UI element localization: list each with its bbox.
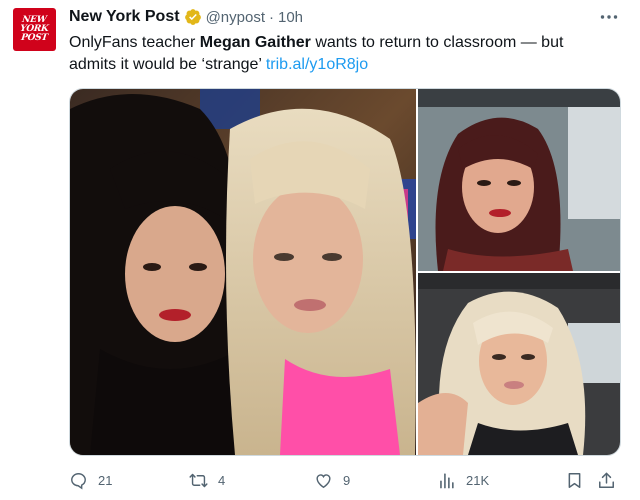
media-grid (69, 88, 621, 456)
views-icon (440, 472, 454, 488)
account-name[interactable]: New York Post (69, 8, 180, 26)
separator-dot: · (268, 8, 274, 26)
like-button[interactable]: 9 (314, 467, 350, 493)
like-count: 9 (343, 472, 351, 488)
share-icon (599, 472, 614, 488)
share-button[interactable] (597, 467, 616, 493)
tweet-text-before: OnlyFans teacher (69, 34, 200, 51)
tweet-actions: 21 4 9 21K (69, 467, 621, 493)
verified-badge-icon[interactable] (184, 8, 202, 26)
heart-icon (316, 473, 331, 488)
more-button[interactable] (598, 8, 620, 26)
account-handle[interactable]: @nypost (206, 9, 265, 26)
retweet-icon (189, 473, 208, 487)
avatar[interactable]: NEW YORK POST (13, 8, 56, 51)
reply-count: 21 (98, 472, 113, 488)
reply-icon (71, 472, 86, 489)
avatar-line-3: POST (20, 33, 49, 43)
photo-selfie-blonde-car[interactable] (418, 273, 620, 455)
retweet-button[interactable]: 4 (189, 467, 225, 493)
views-count: 21K (466, 472, 490, 488)
reply-button[interactable]: 21 (69, 467, 112, 493)
photo-selfie-two-women[interactable] (70, 89, 416, 455)
more-icon (600, 15, 618, 19)
tweet-text: OnlyFans teacher Megan Gaither wants to … (69, 32, 609, 76)
tweet[interactable]: NEW YORK POST New York Post @nypost · 10… (0, 0, 640, 500)
tweet-text-bold: Megan Gaither (199, 34, 311, 51)
bookmark-button[interactable] (565, 467, 584, 493)
bookmark-icon (568, 472, 581, 488)
tweet-header: New York Post @nypost · 10h (69, 6, 303, 28)
tweet-time[interactable]: 10h (278, 9, 303, 26)
tweet-link[interactable]: trib.al/y1oR8jo (266, 56, 368, 73)
retweet-count: 4 (218, 472, 226, 488)
views-button[interactable]: 21K (437, 467, 489, 493)
photo-selfie-dark-hair-car[interactable] (418, 89, 620, 271)
